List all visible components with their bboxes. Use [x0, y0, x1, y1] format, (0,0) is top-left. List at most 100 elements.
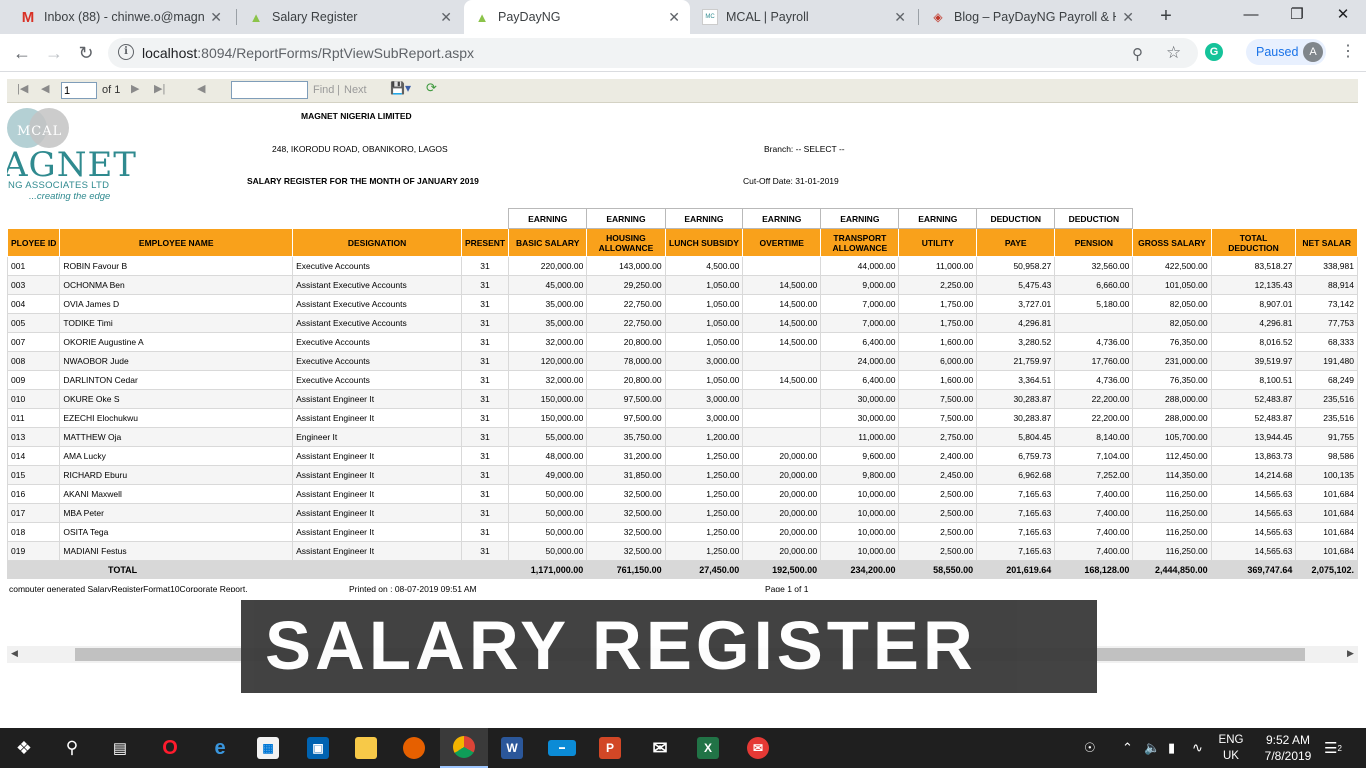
scroll-right-icon[interactable]: ▶ — [1347, 648, 1354, 659]
first-page-icon[interactable]: |◀ — [17, 82, 28, 95]
address-bar[interactable]: i localhost:8094/ReportForms/RptViewSubR… — [108, 38, 1198, 68]
table-row: 015 RICHARD Eburu Assistant Engineer It 31 4… — [7, 465, 1358, 485]
info-icon[interactable]: i — [118, 44, 134, 60]
bookmark-star-icon[interactable]: ☆ — [1166, 43, 1181, 63]
find-input[interactable] — [231, 81, 308, 99]
table-cell: 4,296.81 — [1210, 313, 1297, 333]
table-cell: 143,000.00 — [586, 256, 666, 276]
find-next-link[interactable]: Next — [344, 84, 367, 96]
taskbar-excel[interactable]: X — [684, 728, 732, 768]
table-row: 007 OKORIE Augustine A Executive Accounts 3… — [7, 332, 1358, 352]
table-cell: 6,660.00 — [1054, 275, 1134, 295]
close-icon[interactable]: ✕ — [894, 9, 906, 26]
show-hidden-icons[interactable]: ⌃ — [1122, 728, 1133, 768]
url-text: localhost:8094/ReportForms/RptViewSubRep… — [142, 45, 474, 61]
total-label: TOTAL — [7, 560, 510, 579]
table-cell: 7,400.00 — [1054, 503, 1134, 523]
language-indicator[interactable]: ENG UK — [1216, 732, 1246, 764]
taskbar-word[interactable]: W — [488, 728, 536, 768]
table-cell: 016 — [7, 484, 61, 504]
back-to-parent-icon[interactable]: ◀ — [197, 82, 205, 95]
table-cell: 10,000.00 — [820, 522, 900, 542]
table-cell: 4,500.00 — [664, 256, 744, 276]
taskbar-opera[interactable]: O — [146, 728, 194, 768]
tab-mcal-payroll[interactable]: MC MCAL | Payroll ✕ — [692, 0, 916, 34]
find-link[interactable]: Find — [313, 84, 334, 96]
tab-blog-paydayng[interactable]: ◈ Blog – PayDayNG Payroll & Hu ✕ — [920, 0, 1144, 34]
table-cell: 4,736.00 — [1054, 332, 1134, 352]
group-spacer — [8, 209, 509, 229]
refresh-icon[interactable]: ⟳ — [426, 80, 437, 96]
firefox-icon — [403, 737, 425, 759]
close-icon[interactable]: ✕ — [210, 9, 222, 26]
group-spacer — [1133, 209, 1358, 229]
taskbar-mail[interactable]: ✉ — [636, 728, 684, 768]
table-cell: 12,135.43 — [1210, 275, 1297, 295]
table-cell: Assistant Executive Accounts — [292, 294, 462, 314]
clock[interactable]: 9:52 AM 7/8/2019 — [1258, 732, 1318, 764]
taskbar-mail-client[interactable]: ✉ — [734, 728, 782, 768]
opera-icon: O — [162, 736, 178, 759]
table-cell: 9,600.00 — [820, 446, 900, 466]
wifi-icon[interactable]: ∿ — [1192, 728, 1203, 768]
table-cell: 22,750.00 — [586, 294, 666, 314]
table-cell: 422,500.00 — [1132, 256, 1212, 276]
total-cell: 27,450.00 — [664, 560, 744, 579]
table-cell: Assistant Engineer It — [292, 408, 462, 428]
table-cell: OKURE Oke S — [59, 389, 294, 409]
taskbar-firefox[interactable] — [390, 728, 438, 768]
taskbar-edge[interactable]: e — [196, 728, 244, 768]
table-cell: 1,250.00 — [664, 522, 744, 542]
taskbar-powerpoint[interactable]: P — [586, 728, 634, 768]
profile-button[interactable]: Paused A — [1246, 39, 1326, 65]
next-page-icon[interactable]: ▶ — [131, 82, 139, 95]
taskbar-app[interactable]: ▣ — [294, 728, 342, 768]
tab-salary-register[interactable]: ▲ Salary Register ✕ — [238, 0, 462, 34]
minimize-button[interactable]: — — [1228, 0, 1274, 30]
table-cell: 52,483.87 — [1210, 389, 1297, 409]
table-cell: 7,000.00 — [820, 294, 900, 314]
close-icon[interactable]: ✕ — [440, 9, 452, 26]
start-button[interactable]: ❖ — [0, 728, 48, 768]
taskbar-remote[interactable]: ▬ — [538, 728, 586, 768]
language-region: UK — [1223, 750, 1239, 762]
table-row: 010 OKURE Oke S Assistant Engineer It 31 150… — [7, 389, 1358, 409]
tab-paydayng[interactable]: ▲ PayDayNG ✕ — [464, 0, 690, 34]
table-cell: 20,000.00 — [742, 446, 822, 466]
forward-button[interactable]: → — [42, 41, 66, 65]
taskbar-chrome[interactable] — [440, 728, 488, 768]
grammarly-extension-icon[interactable]: G — [1205, 43, 1223, 61]
maximize-button[interactable]: ❐ — [1274, 0, 1320, 30]
battery-icon[interactable]: ▮ — [1168, 728, 1175, 768]
clock-time: 9:52 AM — [1265, 733, 1311, 747]
zoom-icon[interactable]: ⚲ — [1132, 45, 1143, 63]
table-cell: 10,000.00 — [820, 541, 900, 561]
menu-icon[interactable]: ⋮ — [1340, 42, 1356, 62]
store-icon: ▦ — [257, 737, 279, 759]
volume-icon[interactable]: 🔈 — [1144, 728, 1160, 768]
page-number-input[interactable] — [61, 82, 97, 99]
reload-button[interactable]: ↻ — [74, 41, 98, 65]
taskbar-file-explorer[interactable] — [342, 728, 390, 768]
table-cell: 9,000.00 — [820, 275, 900, 295]
search-button[interactable]: ⚲ — [48, 728, 96, 768]
export-icon[interactable]: 💾▾ — [390, 81, 411, 95]
action-center-icon[interactable]: ☰ 2 — [1324, 728, 1342, 768]
close-window-button[interactable]: ✕ — [1320, 0, 1366, 30]
close-icon[interactable]: ✕ — [668, 9, 680, 26]
people-icon[interactable]: ☉ — [1084, 728, 1096, 768]
table-cell: Engineer It — [292, 427, 462, 447]
table-cell: 5,180.00 — [1054, 294, 1134, 314]
table-cell: 1,250.00 — [664, 503, 744, 523]
close-icon[interactable]: ✕ — [1122, 9, 1134, 26]
back-button[interactable]: ← — [10, 41, 34, 65]
tab-gmail[interactable]: M Inbox (88) - chinwe.o@magnet ✕ — [10, 0, 232, 34]
taskbar-store[interactable]: ▦ — [244, 728, 292, 768]
last-page-icon[interactable]: ▶| — [154, 82, 165, 95]
column-header: DESIGNATION — [292, 228, 462, 257]
new-tab-button[interactable]: + — [1154, 4, 1178, 28]
table-cell: 45,000.00 — [508, 275, 588, 295]
scroll-left-icon[interactable]: ◀ — [11, 648, 18, 659]
previous-page-icon[interactable]: ◀ — [41, 82, 49, 95]
task-view-button[interactable]: ▤ — [96, 728, 144, 768]
